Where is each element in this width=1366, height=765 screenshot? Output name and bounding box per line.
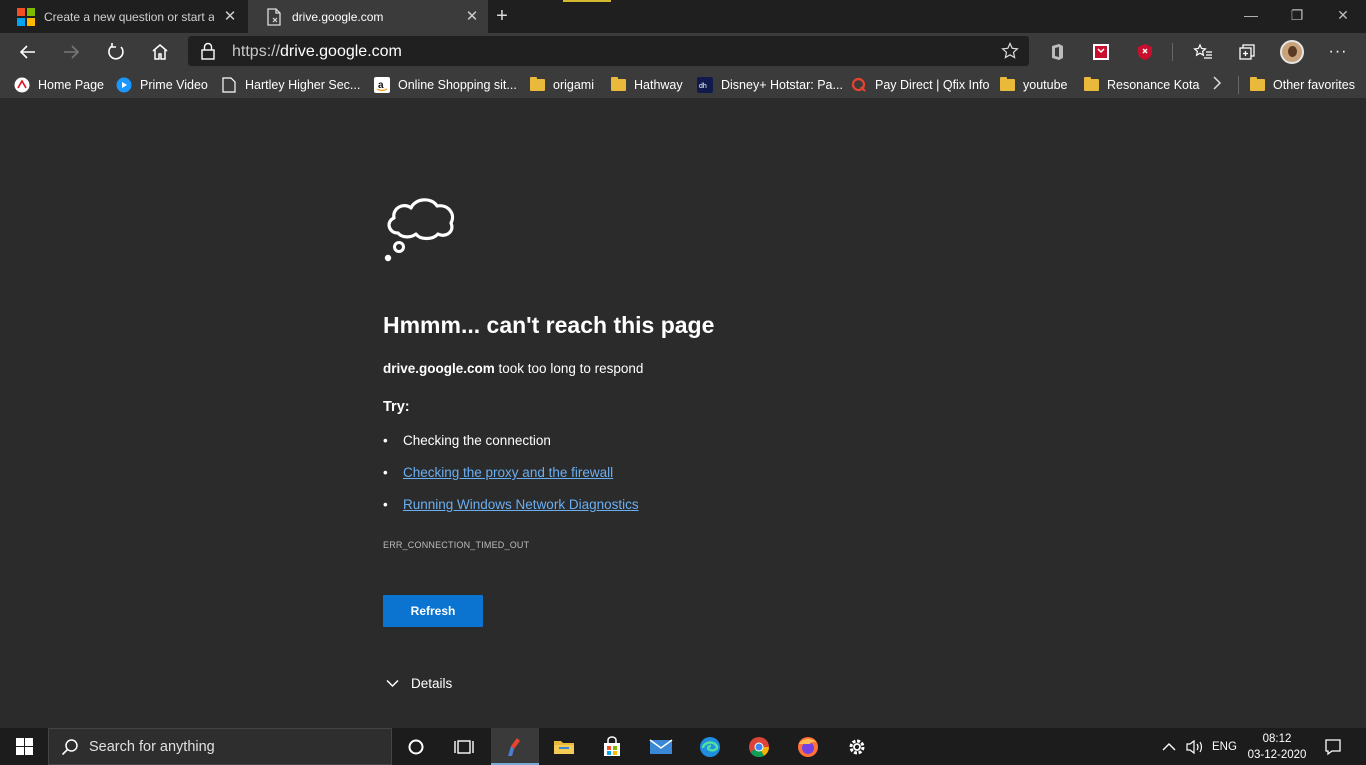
clock[interactable]: 08:12 03-12-2020 (1242, 731, 1312, 763)
svg-text:dh: dh (699, 83, 707, 90)
error-message: drive.google.com took too long to respon… (383, 361, 644, 376)
folder-icon (1083, 77, 1099, 93)
page-icon (221, 77, 237, 93)
refresh-button[interactable]: Refresh (383, 595, 483, 627)
tab-indicator (563, 0, 611, 2)
taskbar-app-paint[interactable] (491, 728, 539, 765)
collections-icon[interactable] (1232, 37, 1262, 67)
favorites-icon[interactable] (1188, 37, 1218, 67)
chrome-icon[interactable] (735, 728, 783, 765)
tip-check-connection: • Checking the connection (383, 433, 551, 448)
try-label: Try: (383, 399, 410, 415)
home-icon[interactable] (145, 37, 175, 67)
prime-video-icon (116, 77, 132, 93)
favorite-resonance-kota[interactable]: Resonance Kota (1083, 75, 1199, 95)
thought-cloud-icon (384, 198, 455, 262)
favorite-online-shopping[interactable]: a Online Shopping sit... (374, 75, 517, 95)
error-page: Hmmm... can't reach this page drive.goog… (0, 99, 1366, 728)
back-icon[interactable] (13, 37, 43, 67)
url-text: https://drive.google.com (232, 43, 402, 60)
close-tab-icon[interactable]: ✕ (464, 8, 480, 25)
proxy-firewall-link[interactable]: Checking the proxy and the firewall (403, 465, 613, 480)
profile-avatar[interactable] (1280, 40, 1304, 64)
settings-gear-icon[interactable] (833, 728, 881, 765)
favorites-separator (1238, 76, 1239, 94)
store-icon[interactable] (588, 728, 636, 765)
search-placeholder: Search for anything (89, 738, 215, 755)
mail-icon[interactable] (637, 728, 685, 765)
error-code: ERR_CONNECTION_TIMED_OUT (383, 540, 530, 550)
file-explorer-icon[interactable] (540, 728, 588, 765)
tab-title: drive.google.com (292, 9, 384, 24)
favorite-hotstar[interactable]: dh Disney+ Hotstar: Pa... (697, 75, 843, 95)
close-tab-icon[interactable]: ✕ (222, 8, 238, 25)
favorite-hathway[interactable]: Hathway (610, 75, 683, 95)
folder-icon (999, 77, 1015, 93)
mcafee-extension-icon[interactable] (1086, 37, 1116, 67)
tab-strip: Create a new question or start a ✕ drive… (0, 0, 1366, 33)
task-view-icon[interactable] (440, 728, 488, 765)
folder-icon (1249, 77, 1265, 93)
more-options-icon[interactable]: ··· (1323, 37, 1353, 67)
lock-icon[interactable] (200, 42, 216, 60)
refresh-icon[interactable] (101, 37, 131, 67)
other-favorites[interactable]: Other favorites (1249, 75, 1355, 95)
language-indicator[interactable]: ENG (1212, 728, 1237, 765)
favorite-hartley[interactable]: Hartley Higher Sec... (221, 75, 360, 95)
folder-icon (610, 77, 626, 93)
browser-window: Create a new question or start a ✕ drive… (0, 0, 1366, 765)
shield-extension-icon[interactable] (1130, 37, 1160, 67)
favorite-star-icon[interactable] (1001, 42, 1019, 60)
page-error-icon (267, 7, 281, 26)
chevron-down-icon (386, 679, 399, 688)
taskbar-search[interactable]: Search for anything (48, 728, 392, 765)
clock-date: 03-12-2020 (1247, 749, 1307, 761)
favorite-youtube[interactable]: youtube (999, 75, 1067, 95)
tip-network-diagnostics: • Running Windows Network Diagnostics (383, 497, 639, 512)
clock-time: 08:12 (1262, 733, 1292, 745)
favorite-origami[interactable]: origami (529, 75, 594, 95)
close-window-icon[interactable]: ✕ (1320, 4, 1366, 28)
qfix-icon (851, 77, 867, 93)
volume-icon[interactable] (1185, 728, 1205, 765)
notifications-icon[interactable] (1324, 728, 1342, 765)
chevron-right-icon[interactable] (1212, 76, 1222, 94)
favorites-bar: Home Page Prime Video Hartley Higher Sec… (0, 70, 1366, 99)
new-tab-icon[interactable]: + (492, 6, 512, 26)
tab-inactive[interactable]: Create a new question or start a ✕ (0, 0, 246, 33)
firefox-icon[interactable] (784, 728, 832, 765)
tab-title: Create a new question or start a (44, 9, 214, 24)
taskbar: Search for anything ENG 08:12 03-12-2020 (0, 728, 1366, 765)
restore-icon[interactable]: ❐ (1274, 4, 1320, 28)
hotstar-icon: dh (697, 77, 713, 93)
edge-icon[interactable] (686, 728, 734, 765)
favorite-prime-video[interactable]: Prime Video (116, 75, 208, 95)
office-extension-icon[interactable] (1042, 37, 1072, 67)
ms-home-icon (14, 77, 30, 93)
search-icon (61, 738, 78, 755)
forward-icon[interactable] (56, 37, 86, 67)
tray-chevron-up-icon[interactable] (1162, 728, 1176, 765)
network-diagnostics-link[interactable]: Running Windows Network Diagnostics (403, 497, 639, 512)
favorite-home-page[interactable]: Home Page (14, 75, 104, 95)
tip-check-proxy: • Checking the proxy and the firewall (383, 465, 614, 480)
amazon-icon: a (374, 77, 390, 93)
favorite-pay-direct[interactable]: Pay Direct | Qfix Info (851, 75, 989, 95)
windows-start-icon[interactable] (0, 728, 48, 765)
details-toggle[interactable]: Details (386, 676, 452, 691)
error-title: Hmmm... can't reach this page (383, 312, 715, 338)
cortana-icon[interactable] (392, 728, 440, 765)
microsoft-logo-icon (17, 7, 35, 26)
minimize-icon[interactable]: — (1228, 4, 1274, 28)
folder-icon (529, 77, 545, 93)
tab-active[interactable]: drive.google.com ✕ (248, 0, 488, 33)
toolbar-separator (1172, 43, 1173, 61)
address-bar[interactable]: https://drive.google.com (188, 36, 1029, 66)
error-host: drive.google.com (383, 361, 495, 376)
